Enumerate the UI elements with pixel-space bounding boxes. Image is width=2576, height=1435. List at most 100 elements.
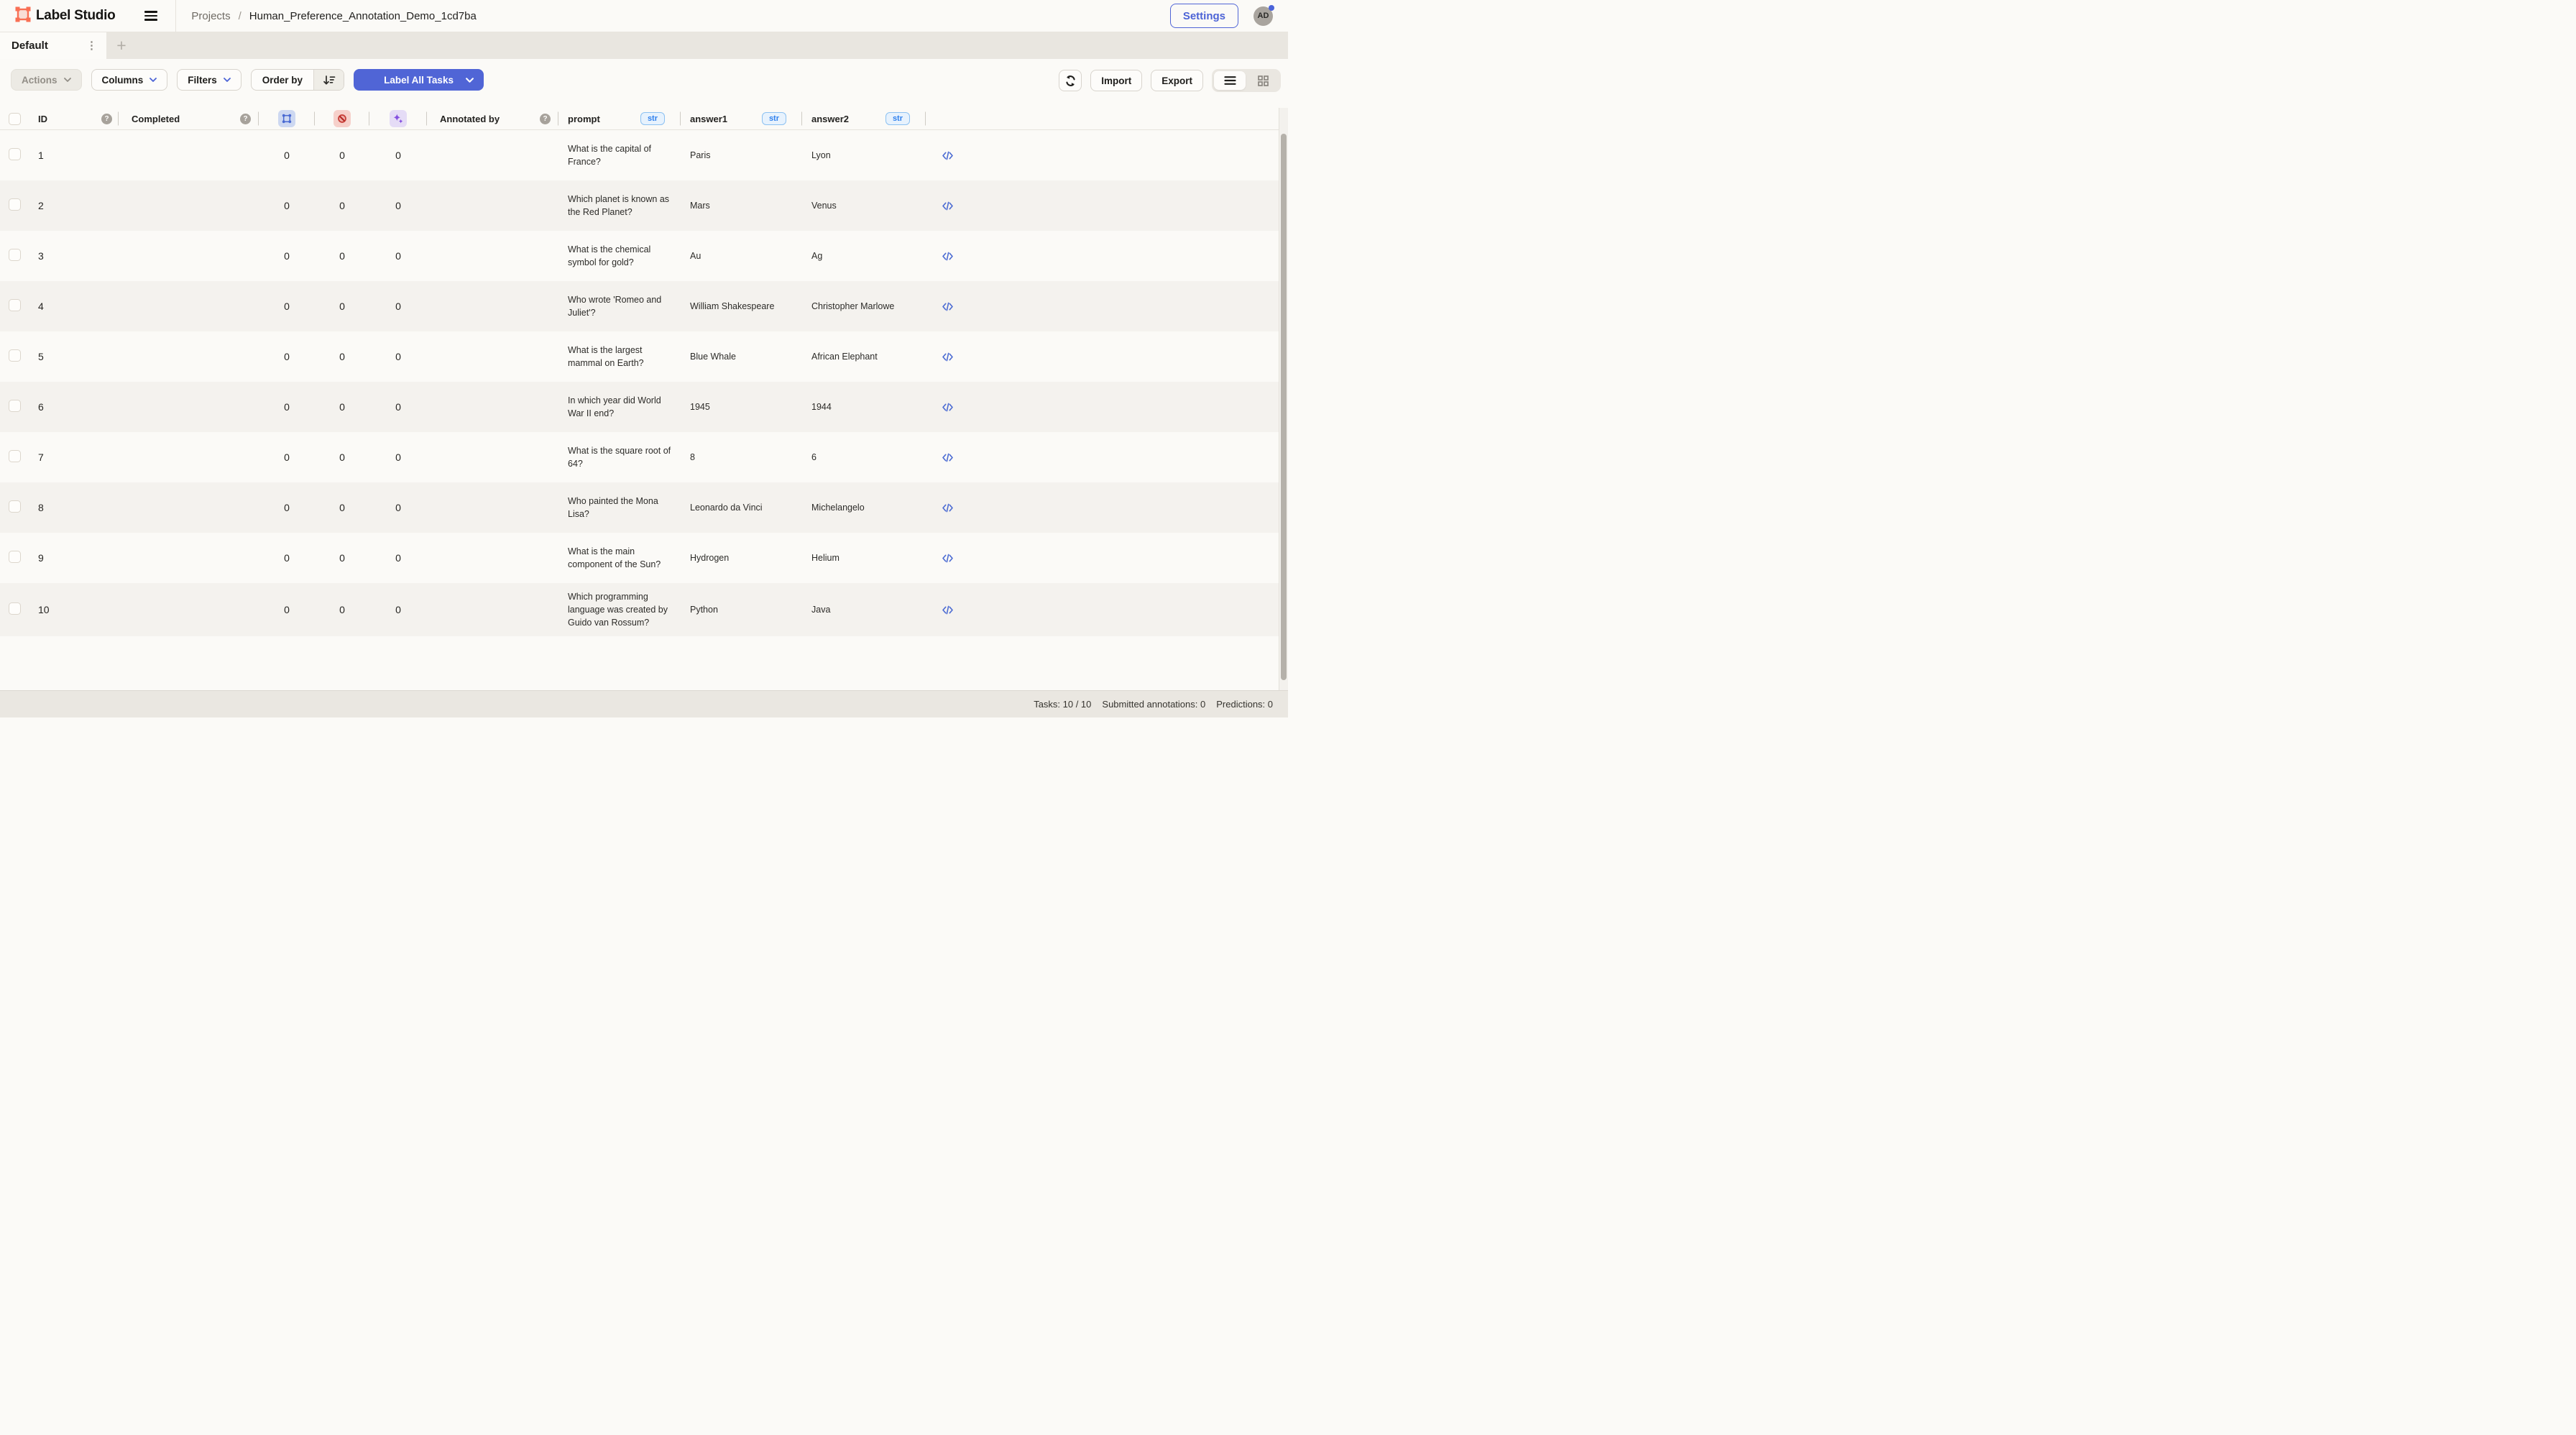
cell-annotations-count: 0 xyxy=(259,351,315,362)
select-all-checkbox[interactable] xyxy=(9,113,21,125)
cell-cancelled-count: 0 xyxy=(315,552,369,564)
column-header-cancelled[interactable] xyxy=(315,108,369,129)
table-row[interactable]: 6 0 0 0 In which year did World War II e… xyxy=(0,382,1288,432)
table-row[interactable]: 7 0 0 0 What is the square root of 64? 8… xyxy=(0,432,1288,482)
hamburger-menu-icon[interactable] xyxy=(144,10,159,22)
annotations-bbox-icon xyxy=(278,110,295,127)
cell-cancelled-count: 0 xyxy=(315,351,369,362)
table-row[interactable]: 2 0 0 0 Which planet is known as the Red… xyxy=(0,180,1288,231)
label-studio-logo[interactable]: Label Studio xyxy=(15,6,115,26)
task-source-code-icon[interactable] xyxy=(939,148,957,163)
actions-button[interactable]: Actions xyxy=(11,69,82,91)
tab-label: Default xyxy=(12,40,48,52)
row-checkbox[interactable] xyxy=(9,450,21,462)
row-checkbox[interactable] xyxy=(9,148,21,160)
cell-answer1: Paris xyxy=(681,142,802,169)
help-icon[interactable]: ? xyxy=(540,114,551,124)
column-header-answer2[interactable]: answer2 str xyxy=(802,108,926,129)
row-checkbox[interactable] xyxy=(9,602,21,615)
cell-id: 4 xyxy=(32,301,119,312)
row-checkbox[interactable] xyxy=(9,500,21,513)
task-source-code-icon[interactable] xyxy=(939,400,957,415)
cell-id: 3 xyxy=(32,250,119,262)
row-checkbox[interactable] xyxy=(9,299,21,311)
cell-answer2: Java xyxy=(802,596,926,623)
cell-id: 1 xyxy=(32,150,119,161)
columns-button[interactable]: Columns xyxy=(91,69,168,91)
table-row[interactable]: 4 0 0 0 Who wrote 'Romeo and Juliet'? Wi… xyxy=(0,281,1288,331)
cell-answer1: Hydrogen xyxy=(681,544,802,572)
column-header-predictions[interactable] xyxy=(369,108,427,129)
task-source-code-icon[interactable] xyxy=(939,299,957,314)
table-row[interactable]: 5 0 0 0 What is the largest mammal on Ea… xyxy=(0,331,1288,382)
tab-default[interactable]: Default ⋮ xyxy=(0,32,106,59)
task-source-code-icon[interactable] xyxy=(939,450,957,465)
column-header-annotated-by[interactable]: Annotated by ? xyxy=(427,108,558,129)
cell-id: 10 xyxy=(32,604,119,615)
column-header-prompt[interactable]: prompt str xyxy=(558,108,681,129)
label-all-tasks-button[interactable]: Label All Tasks xyxy=(354,69,484,91)
cell-answer2: Helium xyxy=(802,544,926,572)
type-badge-str: str xyxy=(762,112,786,125)
cell-answer2: Lyon xyxy=(802,142,926,169)
task-source-code-icon[interactable] xyxy=(939,349,957,365)
cell-predictions-count: 0 xyxy=(369,552,427,564)
order-by-button[interactable]: Order by xyxy=(252,70,313,90)
cell-predictions-count: 0 xyxy=(369,604,427,615)
table-row[interactable]: 8 0 0 0 Who painted the Mona Lisa? Leona… xyxy=(0,482,1288,533)
refresh-button[interactable] xyxy=(1059,70,1082,91)
task-source-code-icon[interactable] xyxy=(939,602,957,618)
cell-answer2: 1944 xyxy=(802,393,926,421)
column-header-spacer xyxy=(969,108,1288,129)
task-source-code-icon[interactable] xyxy=(939,500,957,515)
task-source-code-icon[interactable] xyxy=(939,249,957,264)
cell-answer1: Python xyxy=(681,596,802,623)
toolbar-left: Actions Columns Filters Order by xyxy=(11,69,484,91)
view-mode-toggle xyxy=(1212,69,1281,92)
order-by-control[interactable]: Order by xyxy=(251,69,344,91)
settings-button[interactable]: Settings xyxy=(1170,4,1238,28)
user-avatar[interactable]: AD xyxy=(1254,6,1273,26)
cell-annotations-count: 0 xyxy=(259,604,315,615)
add-view-button[interactable]: + xyxy=(106,32,137,59)
cell-prompt: In which year did World War II end? xyxy=(558,387,681,427)
export-button[interactable]: Export xyxy=(1151,70,1203,91)
row-checkbox[interactable] xyxy=(9,249,21,261)
cell-answer1: Blue Whale xyxy=(681,343,802,370)
type-badge-str: str xyxy=(886,112,910,125)
cell-prompt: What is the largest mammal on Earth? xyxy=(558,336,681,377)
help-icon[interactable]: ? xyxy=(240,114,251,124)
cell-predictions-count: 0 xyxy=(369,250,427,262)
cell-annotations-count: 0 xyxy=(259,451,315,463)
cell-prompt: What is the chemical symbol for gold? xyxy=(558,236,681,276)
table-row[interactable]: 10 0 0 0 Which programming language was … xyxy=(0,583,1288,636)
column-header-completed[interactable]: Completed ? xyxy=(119,108,259,129)
row-checkbox[interactable] xyxy=(9,400,21,412)
column-header-annotations[interactable] xyxy=(259,108,315,129)
help-icon[interactable]: ? xyxy=(101,114,112,124)
column-header-id[interactable]: ID ? xyxy=(32,108,119,129)
cell-prompt: What is the capital of France? xyxy=(558,135,681,175)
import-button[interactable]: Import xyxy=(1090,70,1142,91)
table-row[interactable]: 9 0 0 0 What is the main component of th… xyxy=(0,533,1288,583)
cell-answer1: 8 xyxy=(681,444,802,471)
breadcrumb-projects-link[interactable]: Projects xyxy=(191,10,230,22)
scrollbar-thumb[interactable] xyxy=(1281,134,1287,680)
column-header-answer1[interactable]: answer1 str xyxy=(681,108,802,129)
cell-cancelled-count: 0 xyxy=(315,250,369,262)
task-source-code-icon[interactable] xyxy=(939,551,957,566)
sort-direction-button[interactable] xyxy=(313,70,344,90)
cell-id: 5 xyxy=(32,351,119,362)
brand-name: Label Studio xyxy=(36,8,115,24)
table-row[interactable]: 3 0 0 0 What is the chemical symbol for … xyxy=(0,231,1288,281)
view-tab-bar: Default ⋮ + xyxy=(0,32,1288,59)
task-source-code-icon[interactable] xyxy=(939,198,957,214)
tab-kebab-menu-icon[interactable]: ⋮ xyxy=(83,39,100,52)
table-row[interactable]: 1 0 0 0 What is the capital of France? P… xyxy=(0,130,1288,180)
filters-button[interactable]: Filters xyxy=(177,69,242,91)
list-view-button[interactable] xyxy=(1214,71,1246,90)
row-checkbox[interactable] xyxy=(9,551,21,563)
row-checkbox[interactable] xyxy=(9,198,21,211)
grid-view-button[interactable] xyxy=(1247,71,1279,90)
row-checkbox[interactable] xyxy=(9,349,21,362)
